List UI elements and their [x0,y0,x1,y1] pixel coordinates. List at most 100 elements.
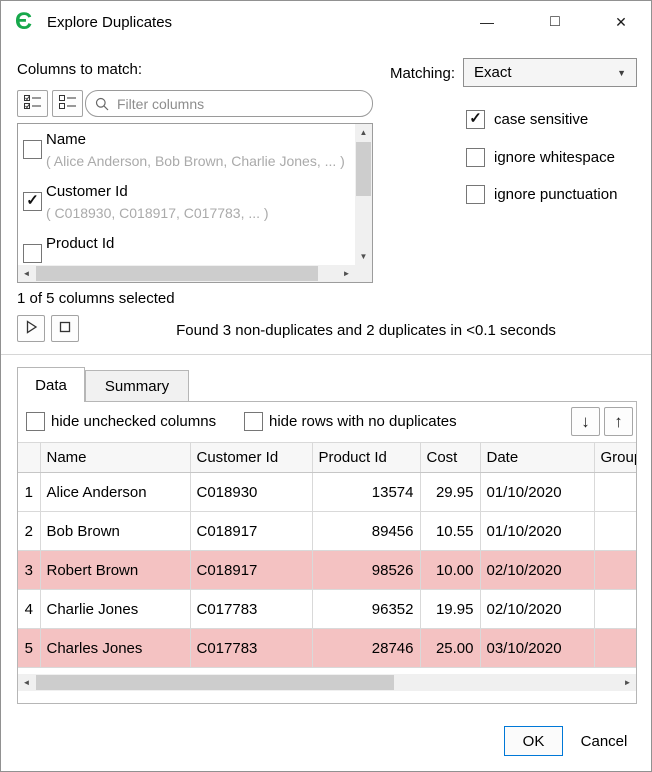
table-horizontal-scrollbar[interactable]: ◄ ► [18,674,636,691]
cell-date: 01/10/2020 [480,473,594,512]
case-sensitive-checkbox[interactable]: ✓ [466,110,485,129]
data-tab-panel: hide unchecked columns hide rows with no… [17,401,637,704]
scroll-up-icon[interactable]: ▲ [355,124,372,141]
column-header[interactable]: Date [480,443,594,473]
column-name-sample: ( Alice Anderson, Bob Brown, Charlie Jon… [46,153,345,169]
run-button[interactable] [17,315,45,342]
results-table: Name Customer Id Product Id Cost Date Gr… [18,442,637,668]
table-row[interactable]: 4 Charlie Jones C017783 96352 19.95 02/1… [18,590,637,629]
minimize-button[interactable]: — [465,3,509,41]
cell-product-id: 89456 [312,512,420,551]
matching-value: Exact [474,64,512,81]
table-row[interactable]: 1 Alice Anderson C018930 13574 29.95 01/… [18,473,637,512]
ignore-whitespace-checkbox[interactable] [466,148,485,167]
column-header[interactable]: Cost [420,443,480,473]
columns-to-match-label: Columns to match: [17,61,142,78]
case-sensitive-label: case sensitive [494,111,588,128]
scrollbar-thumb[interactable] [36,675,394,690]
table-row[interactable]: 2 Bob Brown C018917 89456 10.55 01/10/20… [18,512,637,551]
cell-name: Alice Anderson [40,473,190,512]
ignore-punctuation-label: ignore punctuation [494,186,617,203]
cell-name: Charlie Jones [40,590,190,629]
cell-product-id: 98526 [312,551,420,590]
scrollbar-thumb[interactable] [36,266,318,281]
move-up-button[interactable]: ↑ [604,407,633,436]
maximize-icon: □ [550,13,560,31]
row-number: 1 [18,473,40,512]
cell-cost: 19.95 [420,590,480,629]
stop-icon [57,319,73,338]
scroll-left-icon[interactable]: ◄ [18,265,35,282]
checkmark-icon: ✓ [469,111,482,126]
table-header-row: Name Customer Id Product Id Cost Date Gr… [18,443,637,473]
checkmark-icon: ✓ [26,193,39,208]
filter-columns-input[interactable] [115,95,372,113]
cell-cost: 25.00 [420,629,480,668]
ok-button[interactable]: OK [504,726,563,756]
cell-product-id: 96352 [312,590,420,629]
row-number: 2 [18,512,40,551]
table-row-duplicate[interactable]: 5 Charles Jones C017783 28746 25.00 03/1… [18,629,637,668]
check-all-columns-button[interactable] [17,90,48,117]
hide-rows-no-duplicates-checkbox[interactable] [244,412,263,431]
cell-product-id: 13574 [312,473,420,512]
cell-date: 03/10/2020 [480,629,594,668]
close-button[interactable]: ✕ [599,3,643,41]
list-vertical-scrollbar[interactable]: ▲ ▼ [355,124,372,265]
matching-label: Matching: [381,65,455,82]
cell-customer-id: C017783 [190,629,312,668]
table-row-duplicate[interactable]: 3 Robert Brown C018917 98526 10.00 02/10… [18,551,637,590]
tab-summary[interactable]: Summary [85,370,189,401]
row-number: 3 [18,551,40,590]
tab-data[interactable]: Data [17,367,85,402]
filter-columns-field [85,90,373,117]
uncheck-all-icon [59,95,77,113]
close-icon: ✕ [615,14,627,31]
uncheck-all-columns-button[interactable] [52,90,83,117]
result-status: Found 3 non-duplicates and 2 duplicates … [97,322,635,339]
stop-button[interactable] [51,315,79,342]
separator [1,354,652,355]
cell-customer-id: C018917 [190,551,312,590]
cell-date: 01/10/2020 [480,512,594,551]
scroll-right-icon[interactable]: ► [338,265,355,282]
column-product-id-checkbox[interactable] [23,244,42,263]
column-header[interactable]: Product Id [312,443,420,473]
search-icon [95,97,109,111]
column-name-label: Name [46,131,86,148]
scroll-down-icon[interactable]: ▼ [355,248,372,265]
move-down-button[interactable]: ↓ [571,407,600,436]
cancel-button[interactable]: Cancel [570,726,638,756]
column-customer-id-checkbox[interactable]: ✓ [23,192,42,211]
arrow-down-icon: ↓ [581,412,590,432]
cell-date: 02/10/2020 [480,590,594,629]
cell-group [594,551,637,590]
ok-button-label: OK [523,733,545,750]
column-header[interactable]: Name [40,443,190,473]
cell-customer-id: C018917 [190,512,312,551]
cell-customer-id: C018930 [190,473,312,512]
scrollbar-thumb[interactable] [356,142,371,196]
selection-summary: 1 of 5 columns selected [17,290,175,307]
scroll-right-icon[interactable]: ► [619,674,636,691]
window-title: Explore Duplicates [47,14,172,31]
ignore-punctuation-checkbox[interactable] [466,185,485,204]
columns-list: Name ( Alice Anderson, Bob Brown, Charli… [17,123,373,283]
list-horizontal-scrollbar[interactable]: ◄ ► [18,265,355,282]
column-header[interactable]: Customer Id [190,443,312,473]
column-customer-id-sample: ( C018930, C018917, C017783, ... ) [46,205,269,221]
cell-customer-id: C017783 [190,590,312,629]
cell-name: Charles Jones [40,629,190,668]
cell-product-id: 28746 [312,629,420,668]
play-icon [23,319,39,338]
column-header[interactable]: Group [594,443,637,473]
hide-unchecked-columns-checkbox[interactable] [26,412,45,431]
row-number: 5 [18,629,40,668]
tab-summary-label: Summary [105,378,169,395]
column-product-id-label: Product Id [46,235,114,252]
matching-dropdown[interactable]: Exact ▼ [463,58,637,87]
column-name-checkbox[interactable] [23,140,42,159]
maximize-button[interactable]: □ [533,3,577,41]
cell-group [594,629,637,668]
scroll-left-icon[interactable]: ◄ [18,674,35,691]
